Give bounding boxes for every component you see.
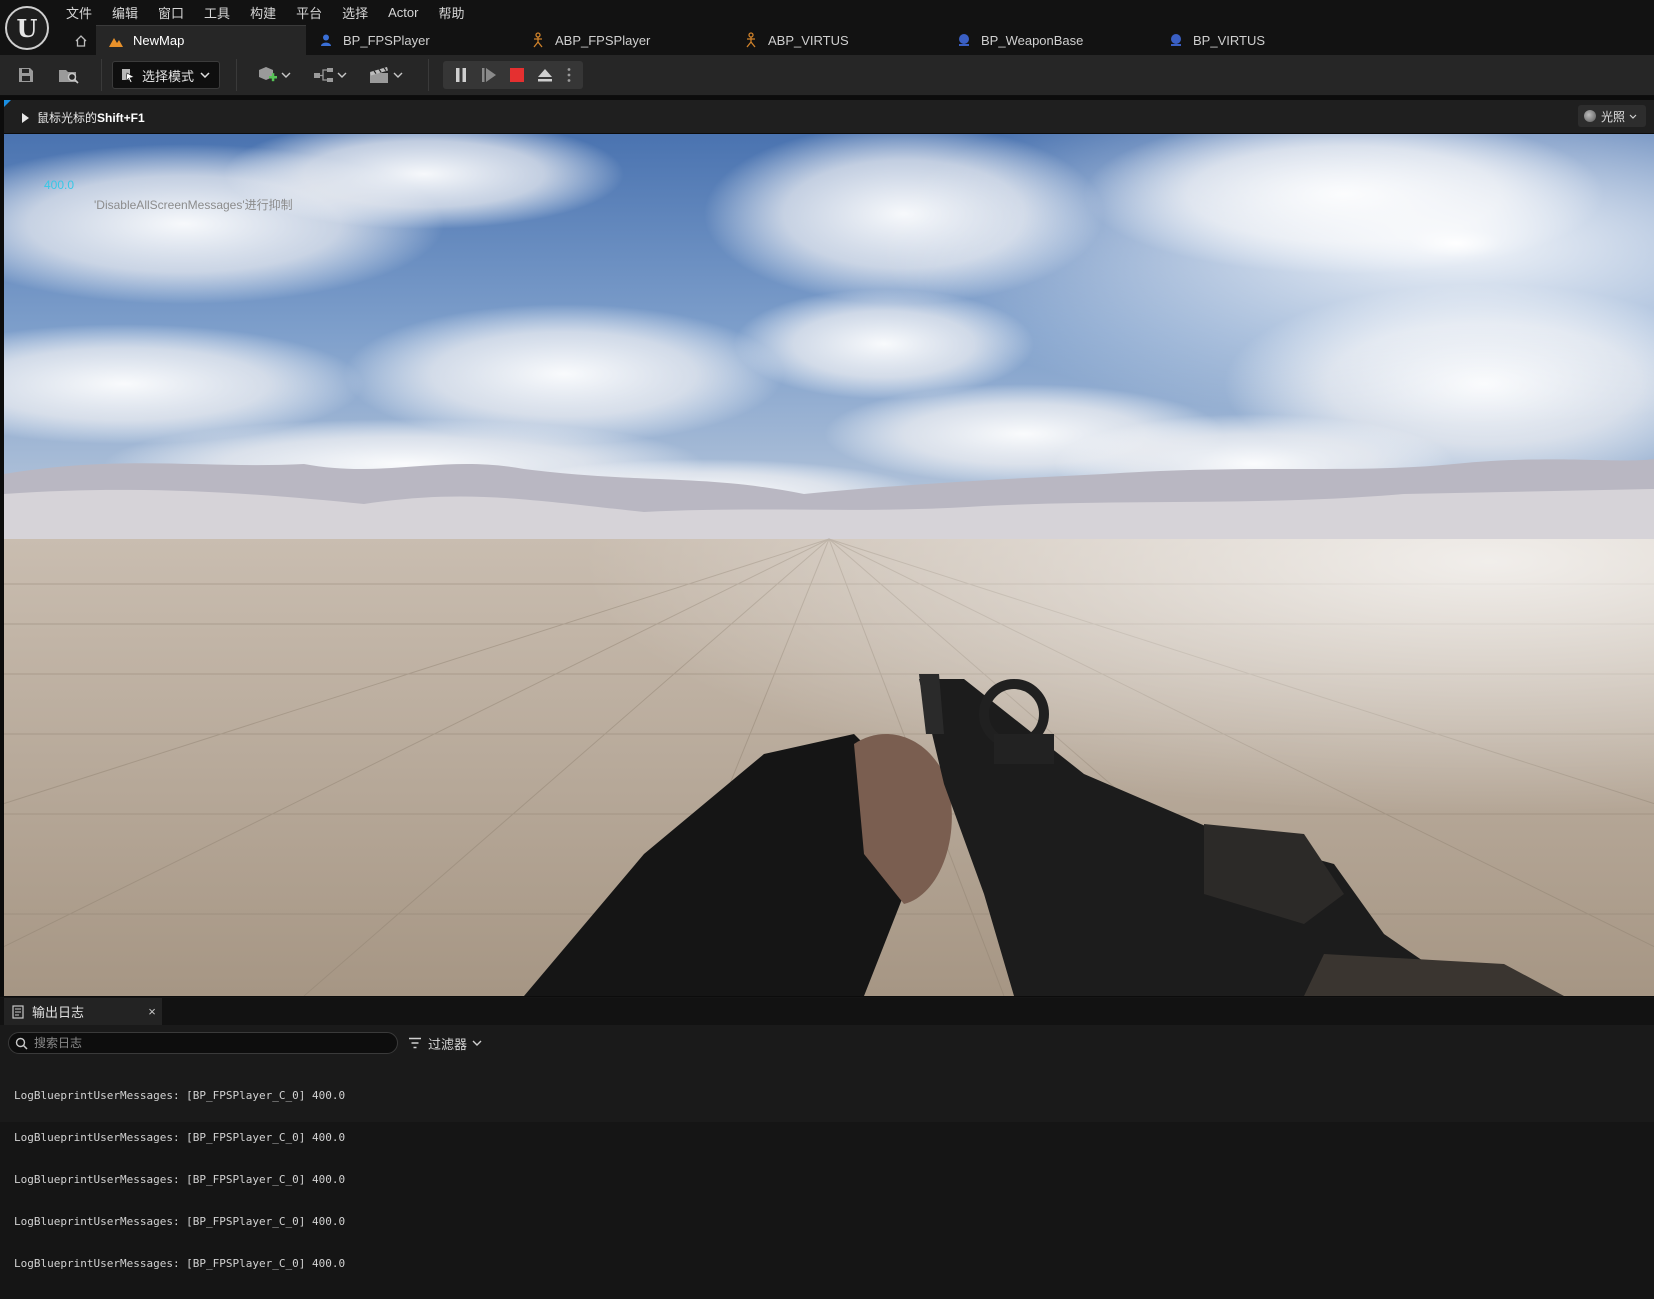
log-search-box <box>8 1032 398 1054</box>
game-viewport[interactable]: 400.0 'DisableAllScreenMessages'进行抑制 <box>4 134 1654 996</box>
logo-text: U <box>16 13 38 43</box>
chevron-down-icon <box>281 72 291 78</box>
tab-label: ABP_FPSPlayer <box>555 32 651 48</box>
tab-bp-virtus[interactable]: BP_VIRTUS <box>1156 25 1356 55</box>
log-line: LogBlueprintUserMessages: [BP_FPSPlayer_… <box>14 1257 346 1270</box>
menu-window[interactable]: 窗口 <box>158 3 184 22</box>
screen-messages-hint: 'DisableAllScreenMessages'进行抑制 <box>94 198 293 212</box>
viewport-hint[interactable]: 鼠标光标的 Shift+F1 <box>22 109 145 126</box>
main-toolbar: 选择模式 <box>0 55 1654 96</box>
actor-blueprint-icon <box>956 32 972 48</box>
expand-triangle-icon <box>22 112 29 123</box>
menu-edit[interactable]: 编辑 <box>112 3 138 22</box>
step-icon[interactable] <box>477 63 501 87</box>
cinematics-button[interactable] <box>366 63 406 87</box>
output-log-panel: 输出日志 × 过滤器 LogBlueprintUserMessages: [BP… <box>0 998 1654 1270</box>
document-tab-bar: NewMap BP_FPSPlayer ABP_FPSPlayer ABP_VI… <box>0 25 1654 55</box>
pawn-blueprint-icon <box>318 32 334 48</box>
cinematics-icon <box>370 67 388 83</box>
level-icon <box>108 33 124 49</box>
lighting-label: 光照 <box>1601 109 1626 124</box>
stop-icon[interactable] <box>505 63 529 87</box>
main-menu: 文件 编辑 窗口 工具 构建 平台 选择 Actor 帮助 <box>66 0 484 25</box>
chevron-down-icon <box>200 72 210 78</box>
log-line: LogBlueprintUserMessages: [BP_FPSPlayer_… <box>14 1131 346 1144</box>
log-tab-label: 输出日志 <box>32 1005 85 1020</box>
save-icon[interactable] <box>14 63 38 87</box>
search-icon <box>15 1037 28 1050</box>
log-line: LogBlueprintUserMessages: [BP_FPSPlayer_… <box>14 1215 346 1228</box>
toolbar-separator <box>101 59 102 91</box>
play-controls <box>443 61 583 89</box>
chevron-down-icon <box>393 72 403 78</box>
menu-bar: U 文件 编辑 窗口 工具 构建 平台 选择 Actor 帮助 <box>0 0 1654 50</box>
log-line: LogBlueprintUserMessages: [BP_FPSPlayer_… <box>14 1173 346 1186</box>
lighting-mode-dropdown[interactable]: 光照 <box>1578 105 1646 127</box>
chevron-down-icon <box>472 1040 482 1046</box>
tab-abp-fpsplayer[interactable]: ABP_FPSPlayer <box>518 25 718 55</box>
select-mode-icon <box>122 69 135 83</box>
tab-abp-virtus[interactable]: ABP_VIRTUS <box>731 25 931 55</box>
search-log-input[interactable] <box>34 1036 374 1050</box>
hint-shortcut: Shift+F1 <box>97 110 145 125</box>
menu-file[interactable]: 文件 <box>66 3 92 22</box>
actor-blueprint-icon <box>1168 32 1184 48</box>
filter-dropdown[interactable]: 过滤器 <box>408 1032 482 1054</box>
select-mode-dropdown[interactable]: 选择模式 <box>112 61 220 89</box>
menu-tools[interactable]: 工具 <box>204 3 230 22</box>
menu-platform[interactable]: 平台 <box>296 3 322 22</box>
home-icon[interactable] <box>70 30 92 52</box>
log-tab-row: 输出日志 × <box>0 998 1654 1025</box>
debug-value-text: 400.0 <box>44 178 75 192</box>
tab-label: ABP_VIRTUS <box>768 32 849 48</box>
toolbar-separator <box>428 59 429 91</box>
log-lines: LogBlueprintUserMessages: [BP_FPSPlayer_… <box>14 1061 345 1299</box>
hint-text: 鼠标光标的 <box>37 111 98 125</box>
viewport-active-marker <box>4 100 11 107</box>
add-actor-icon <box>259 67 277 82</box>
tab-bp-fpsplayer[interactable]: BP_FPSPlayer <box>306 25 506 55</box>
add-actor-button[interactable] <box>254 63 294 87</box>
menu-build[interactable]: 构建 <box>250 3 276 22</box>
select-mode-label: 选择模式 <box>142 68 195 84</box>
tab-label: NewMap <box>133 33 185 48</box>
log-document-icon <box>12 1004 24 1019</box>
filter-label: 过滤器 <box>428 1036 468 1052</box>
blueprint-icon <box>314 68 333 82</box>
toolbar-separator <box>236 59 237 91</box>
more-options-icon[interactable] <box>561 63 577 87</box>
blueprint-button[interactable] <box>310 63 350 87</box>
close-icon[interactable]: × <box>143 1001 161 1021</box>
tab-newmap[interactable]: NewMap <box>96 25 306 55</box>
chevron-down-icon <box>337 72 347 78</box>
log-line: LogBlueprintUserMessages: [BP_FPSPlayer_… <box>14 1089 346 1102</box>
viewport-header: 鼠标光标的 Shift+F1 光照 <box>4 100 1654 133</box>
tab-bp-weaponbase[interactable]: BP_WeaponBase <box>944 25 1144 55</box>
menu-actor[interactable]: Actor <box>388 5 418 20</box>
content-browser-icon[interactable] <box>56 63 82 87</box>
tab-label: BP_FPSPlayer <box>343 32 430 48</box>
lighting-sphere-icon <box>1584 110 1596 122</box>
animation-blueprint-icon <box>743 32 759 48</box>
eject-icon[interactable] <box>533 63 557 87</box>
unreal-logo-icon[interactable]: U <box>5 6 49 50</box>
tab-output-log[interactable]: 输出日志 × <box>4 998 162 1025</box>
filter-icon <box>409 1037 421 1049</box>
chevron-down-icon <box>1629 114 1637 119</box>
tab-label: BP_VIRTUS <box>1193 32 1266 48</box>
menu-help[interactable]: 帮助 <box>438 3 464 22</box>
menu-select[interactable]: 选择 <box>342 3 368 22</box>
tab-label: BP_WeaponBase <box>981 32 1084 48</box>
scene-render <box>4 134 1654 996</box>
animation-blueprint-icon <box>530 32 546 48</box>
pause-icon[interactable] <box>449 63 473 87</box>
